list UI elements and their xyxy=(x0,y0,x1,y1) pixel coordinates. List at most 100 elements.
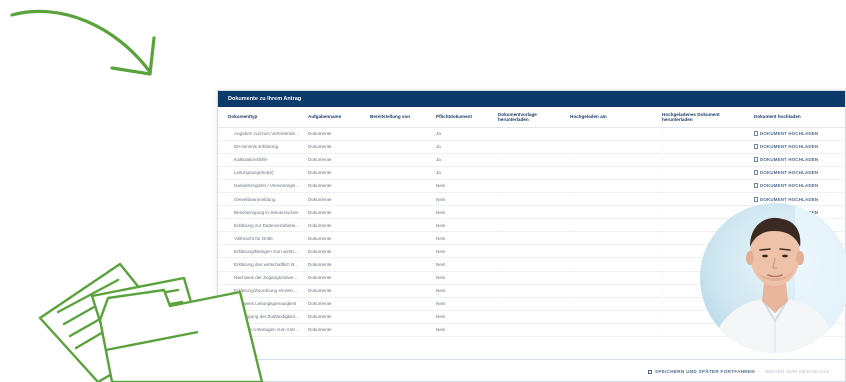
document-type-cell: Leitungsangebot(e) xyxy=(218,166,304,180)
uploaded-at-cell: - xyxy=(566,218,658,233)
uploaded-at-cell: - xyxy=(566,140,658,154)
upload-document-button[interactable]: DOKUMENT HOCHLADEN xyxy=(754,144,819,150)
document-type-cell: Bescheinigung in Steuersachen xyxy=(218,205,304,220)
upload-document-label: DOKUMENT HOCHLADEN xyxy=(760,170,819,176)
task-name-cell: Dokumente xyxy=(304,140,366,154)
template-download-cell: - xyxy=(494,231,566,246)
provided-by-cell xyxy=(366,257,432,272)
uploaded-document-cell: - xyxy=(658,192,750,207)
column-header[interactable]: Hochgeladen am xyxy=(566,107,658,128)
uploaded-at-cell: - xyxy=(566,231,658,246)
template-download-cell: - xyxy=(494,271,566,285)
task-name-cell: Dokumente xyxy=(304,310,366,324)
task-name-cell: Dokumente xyxy=(304,323,366,338)
panel-title: Dokumente zu Ihrem Antrag xyxy=(218,91,845,107)
provided-by-cell xyxy=(366,127,432,141)
required-cell: Nein xyxy=(432,244,494,259)
template-download-cell: - xyxy=(494,244,566,259)
task-name-cell: Dokumente xyxy=(304,297,366,311)
template-download-cell: - xyxy=(494,310,566,324)
task-name-cell: Dokumente xyxy=(304,153,366,167)
required-cell: Nein xyxy=(432,192,494,207)
column-header[interactable]: Pflichtdokument xyxy=(432,107,494,128)
upload-document-button[interactable]: DOKUMENT HOCHLADEN xyxy=(754,131,818,137)
uploaded-document-cell: - xyxy=(658,166,750,180)
provided-by-cell xyxy=(366,192,432,207)
document-type-cell: Handelsregister / Vereinsregister... xyxy=(218,179,304,193)
stage: Dokumente zu Ihrem Antrag Dokumenttyp Au… xyxy=(0,0,846,382)
task-name-cell: Dokumente xyxy=(304,179,366,193)
required-cell: Nein xyxy=(432,205,494,220)
upload-document-label: DOKUMENT HOCHLADEN xyxy=(760,183,819,189)
uploaded-at-cell: - xyxy=(566,153,658,167)
upload-cell: DOKUMENT HOCHLADEN xyxy=(750,179,845,193)
table-row: Leitungsangebot(e) Dokumente Ja - - - DOKUMENT… xyxy=(218,166,845,180)
template-download-cell: - xyxy=(494,127,566,141)
required-cell: Ja xyxy=(432,127,494,141)
panel-footer: SPEICHERN UND SPÄTER FORTFAHREN WEITER Z… xyxy=(218,359,845,381)
uploaded-at-cell: - xyxy=(566,323,658,338)
uploaded-at-cell: - xyxy=(566,310,658,324)
column-header[interactable]: Aufgabenname xyxy=(304,107,366,128)
uploaded-at-cell: - xyxy=(566,127,658,141)
upload-document-label: DOKUMENT HOCHLADEN xyxy=(760,144,819,150)
column-header[interactable]: Dokumenttyp xyxy=(218,107,304,128)
required-cell: Ja xyxy=(432,166,494,180)
upload-document-button[interactable]: DOKUMENT HOCHLADEN xyxy=(754,196,819,202)
uploaded-document-cell: - xyxy=(658,153,750,167)
task-name-cell: Dokumente xyxy=(304,205,366,220)
required-cell: Nein xyxy=(432,218,494,233)
template-download-cell: - xyxy=(494,257,566,272)
upload-document-button[interactable]: DOKUMENT HOCHLADEN xyxy=(754,170,819,176)
task-name-cell: Dokumente xyxy=(304,166,366,180)
uploaded-at-cell: - xyxy=(566,244,658,259)
uploaded-at-cell: - xyxy=(566,297,658,311)
document-icon xyxy=(754,183,758,189)
provided-by-cell xyxy=(366,284,432,298)
column-header[interactable]: Bereitstellung von xyxy=(366,107,432,128)
task-name-cell: Dokumente xyxy=(304,231,366,246)
uploaded-document-cell: - xyxy=(658,179,750,193)
template-download-cell: - xyxy=(494,205,566,220)
template-download-cell: - xyxy=(494,166,566,180)
column-header[interactable]: Hochgeladenes Dokument herunterladen xyxy=(658,107,750,128)
provided-by-cell xyxy=(366,140,432,154)
provided-by-cell xyxy=(366,271,432,285)
save-and-continue-later-button[interactable]: SPEICHERN UND SPÄTER FORTFAHREN xyxy=(648,369,755,374)
document-icon xyxy=(754,144,758,150)
table-header-row: Dokumenttyp Aufgabenname Bereitstellung … xyxy=(218,107,845,128)
presenter-webcam xyxy=(700,203,846,353)
provided-by-cell xyxy=(366,323,432,338)
upload-cell: DOKUMENT HOCHLADEN xyxy=(750,127,845,141)
continue-to-completion-button[interactable]: WEITER ZUM ABSCHLUSS xyxy=(765,369,830,374)
task-name-cell: Dokumente xyxy=(304,127,366,141)
provided-by-cell xyxy=(366,244,432,259)
uploaded-at-cell: - xyxy=(566,271,658,285)
template-download-cell: - xyxy=(494,192,566,207)
task-name-cell: Dokumente xyxy=(304,192,366,207)
table-row: De-minimis-Erklärung Dokumente Ja - - - DOKUME… xyxy=(218,140,845,154)
task-name-cell: Dokumente xyxy=(304,257,366,272)
document-type-cell: Vollmacht für Dritte xyxy=(218,231,304,246)
uploaded-at-cell: - xyxy=(566,192,658,207)
template-download-cell: - xyxy=(494,323,566,338)
presenter-avatar xyxy=(710,203,846,353)
required-cell: Nein xyxy=(432,284,494,298)
upload-document-label: DOKUMENT HOCHLADEN xyxy=(760,196,819,202)
task-name-cell: Dokumente xyxy=(304,284,366,298)
document-icon xyxy=(754,157,758,163)
upload-cell: DOKUMENT HOCHLADEN xyxy=(750,140,845,154)
uploaded-at-cell: - xyxy=(566,179,658,193)
column-header[interactable]: Dokument hochladen xyxy=(750,107,845,128)
template-download-cell: - xyxy=(494,140,566,154)
upload-document-button[interactable]: DOKUMENT HOCHLADEN xyxy=(754,183,819,189)
required-cell: Ja xyxy=(432,153,494,167)
upload-document-button[interactable]: DOKUMENT HOCHLADEN xyxy=(754,157,818,163)
required-cell: Nein xyxy=(432,310,494,324)
table-row: Kalkulationshilfe Dokumente Ja - - - DOKUMENT … xyxy=(218,153,845,167)
save-icon xyxy=(648,370,652,374)
provided-by-cell xyxy=(366,297,432,311)
column-header[interactable]: Dokumentvorlage herunterladen xyxy=(494,107,566,128)
required-cell: Nein xyxy=(432,231,494,246)
required-cell: Nein xyxy=(432,323,494,338)
